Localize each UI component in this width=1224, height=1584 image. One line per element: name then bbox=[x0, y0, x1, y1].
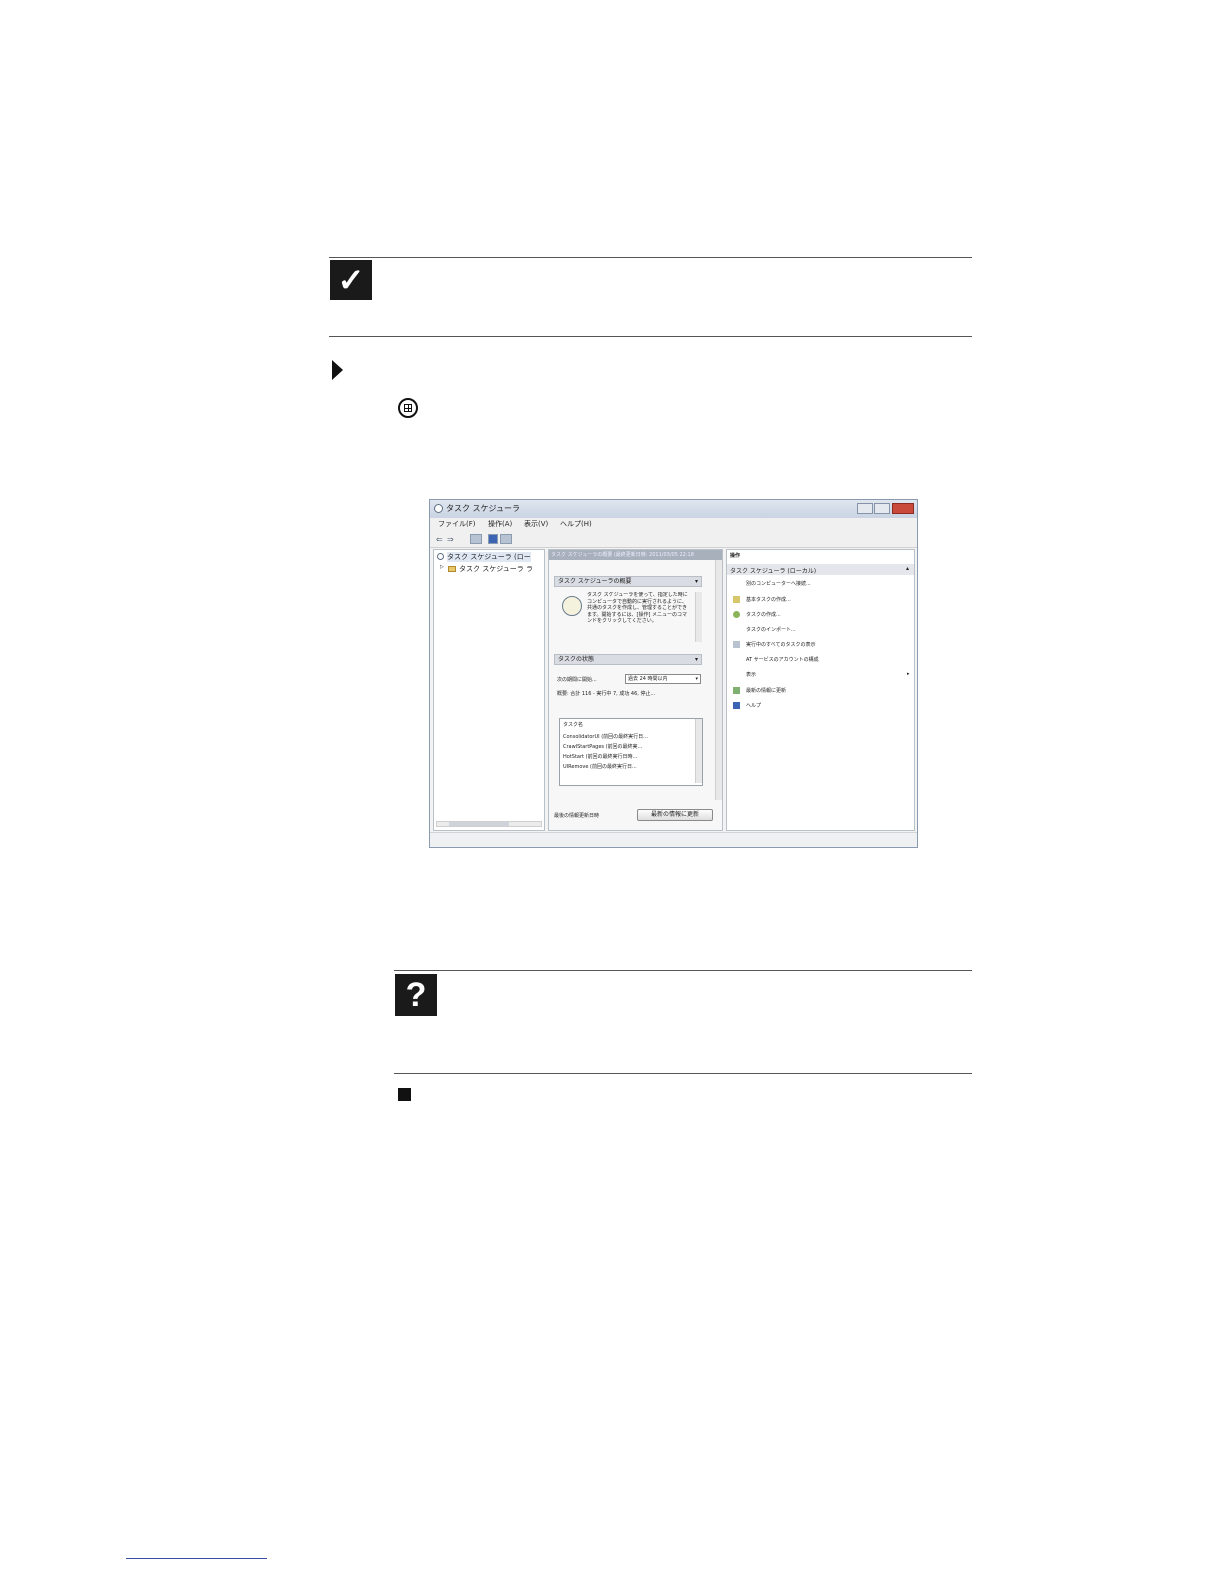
help-icon[interactable] bbox=[488, 534, 498, 544]
status-summary: 概要: 合計 116 - 実行中 7, 成功 46, 停止... bbox=[557, 691, 656, 697]
overview-scrollbar[interactable] bbox=[695, 592, 702, 642]
menu-bar: ファイル(F) 操作(A) 表示(V) ヘルプ(H) bbox=[430, 518, 917, 531]
window-title: タスク スケジューラ bbox=[446, 504, 520, 513]
tree-pane: タスク スケジューラ (ロー ▷ タスク スケジューラ ラ bbox=[433, 549, 545, 831]
toolbar: ⇐ ⇒ bbox=[430, 531, 917, 548]
task-row[interactable]: HotStart (前回の最終実行日時... bbox=[563, 753, 637, 760]
collapse-icon: ▴ bbox=[905, 565, 909, 572]
running-tasks-icon bbox=[733, 641, 740, 648]
tree-root-label[interactable]: タスク スケジューラ (ロー bbox=[447, 552, 531, 562]
create-task-icon bbox=[733, 611, 740, 618]
help-bottom-rule bbox=[394, 1073, 972, 1074]
center-scrollbar[interactable] bbox=[715, 560, 722, 800]
maximize-button[interactable] bbox=[874, 503, 890, 514]
procedure-arrow-icon bbox=[332, 360, 343, 380]
close-button[interactable] bbox=[892, 503, 914, 514]
status-section-header[interactable]: タスクの状態 ▾ bbox=[554, 654, 702, 665]
clock-large-icon bbox=[562, 596, 582, 616]
menu-file[interactable]: ファイル(F) bbox=[438, 518, 476, 531]
minimize-button[interactable] bbox=[857, 503, 873, 514]
task-row[interactable]: UIRemove (前回の最終実行日... bbox=[563, 763, 637, 770]
clock-icon bbox=[434, 504, 443, 513]
help-top-rule bbox=[394, 970, 972, 971]
show-hide-console-icon[interactable] bbox=[470, 534, 482, 544]
checkmark-icon: ✓ bbox=[330, 260, 372, 300]
help-icon bbox=[733, 702, 740, 709]
task-list: タスク名 ConsolidatorUI (前回の最終実行日... CrawlSt… bbox=[559, 718, 703, 786]
action-item[interactable]: 実行中のすべてのタスクの表示 bbox=[746, 641, 815, 648]
overview-text: タスク スケジューラを使って、指定した時にコンピュータで自動的に実行されるように… bbox=[587, 592, 688, 625]
action-item[interactable]: タスクの作成... bbox=[746, 611, 781, 618]
action-item[interactable]: ヘルプ bbox=[746, 702, 761, 709]
task-row[interactable]: ConsolidatorUI (前回の最終実行日... bbox=[563, 733, 648, 740]
title-bar: タスク スケジューラ bbox=[430, 500, 917, 518]
status-period-label: 次の期間に開始... bbox=[557, 677, 597, 683]
task-list-scrollbar[interactable] bbox=[695, 719, 702, 783]
menu-action[interactable]: 操作(A) bbox=[488, 518, 512, 531]
tree-child-label[interactable]: タスク スケジューラ ラ bbox=[459, 564, 533, 574]
windows-start-icon bbox=[398, 398, 418, 418]
status-period-select[interactable]: 過去 24 時間以内 ▾ bbox=[625, 674, 701, 684]
overview-section-header[interactable]: タスク スケジューラの概要 ▾ bbox=[554, 576, 702, 587]
forward-icon[interactable]: ⇒ bbox=[447, 535, 454, 544]
menu-help[interactable]: ヘルプ(H) bbox=[560, 518, 592, 531]
refresh-button[interactable]: 最新の情報に更新 bbox=[637, 809, 713, 821]
action-item[interactable]: 表示 bbox=[746, 671, 756, 678]
action-item[interactable]: 最新の情報に更新 bbox=[746, 687, 786, 694]
task-row[interactable]: CrawlStartPages (前回の最終実... bbox=[563, 743, 642, 750]
back-icon[interactable]: ⇐ bbox=[436, 535, 443, 544]
clock-icon bbox=[437, 553, 444, 560]
action-item[interactable]: AT サービスのアカウントの構成 bbox=[746, 656, 819, 663]
note-top-rule bbox=[329, 257, 972, 258]
show-action-pane-icon[interactable] bbox=[500, 534, 512, 544]
task-list-header: タスク名 bbox=[563, 722, 584, 728]
note-bottom-rule bbox=[329, 336, 972, 337]
create-basic-task-icon bbox=[733, 596, 740, 603]
menu-view[interactable]: 表示(V) bbox=[524, 518, 548, 531]
actions-group[interactable]: タスク スケジューラ (ローカル) ▴ bbox=[727, 564, 914, 575]
action-item[interactable]: 基本タスクの作成... bbox=[746, 596, 791, 603]
horizontal-scrollbar[interactable] bbox=[436, 821, 542, 827]
center-pane: タスク スケジューラの概要 (最終更新日時: 2011/03/05 22:18 … bbox=[548, 549, 723, 831]
center-header: タスク スケジューラの概要 (最終更新日時: 2011/03/05 22:18 bbox=[549, 550, 722, 560]
folder-icon bbox=[448, 566, 456, 572]
action-item[interactable]: 別のコンピューターへ接続... bbox=[746, 580, 811, 587]
actions-header: 操作 bbox=[730, 553, 741, 559]
status-bar bbox=[430, 832, 917, 847]
tree-expand-icon[interactable]: ▷ bbox=[440, 564, 444, 570]
footer-link-underline[interactable] bbox=[126, 1558, 267, 1559]
task-scheduler-screenshot: タスク スケジューラ ファイル(F) 操作(A) 表示(V) ヘルプ(H) ⇐ … bbox=[429, 499, 918, 848]
actions-pane: 操作 タスク スケジューラ (ローカル) ▴ 別のコンピューターへ接続... 基… bbox=[726, 549, 915, 831]
question-mark-icon: ? bbox=[395, 974, 437, 1016]
end-square-icon bbox=[398, 1088, 411, 1101]
last-refresh-label: 最後の情報更新日時 bbox=[554, 813, 600, 819]
refresh-icon bbox=[733, 687, 740, 694]
submenu-arrow-icon: ▸ bbox=[907, 671, 910, 677]
action-item[interactable]: タスクのインポート... bbox=[746, 626, 796, 633]
